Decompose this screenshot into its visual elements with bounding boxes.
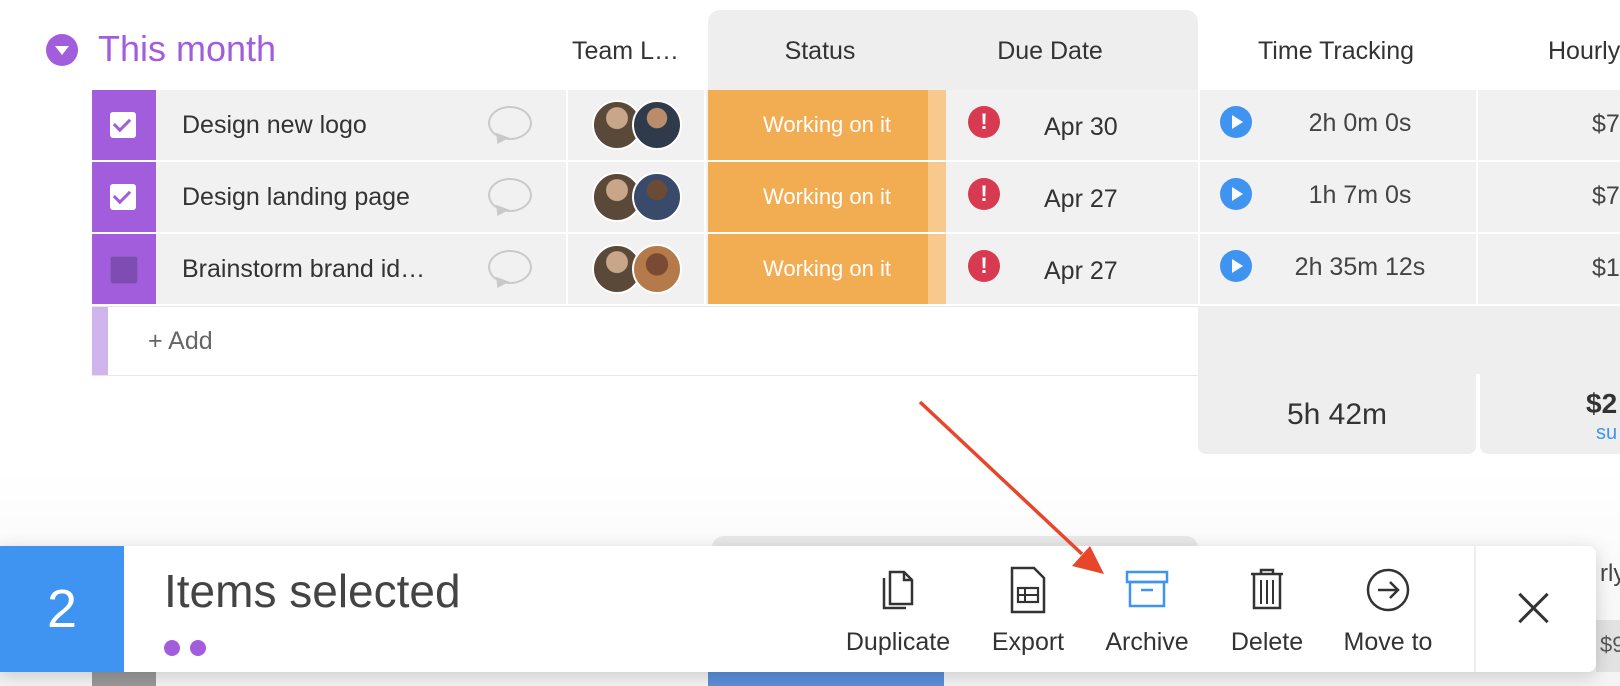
column-divider	[704, 90, 706, 160]
time-tracked: 2h 0m 0s	[1308, 109, 1412, 137]
comment-bubble-icon[interactable]	[488, 250, 532, 284]
hourly-summary: $2 su	[1480, 374, 1620, 454]
group-color-bar	[92, 307, 108, 375]
avatar[interactable]	[632, 172, 682, 222]
bulk-action-bar: 2 Items selected Duplicate Export Archiv…	[0, 546, 1596, 672]
column-header-team-lead[interactable]: Team L…	[572, 36, 679, 66]
column-divider	[1198, 90, 1200, 160]
status-edge	[928, 162, 946, 232]
archive-button[interactable]: Archive	[1102, 564, 1192, 657]
add-item-row[interactable]: + Add	[92, 306, 1198, 376]
duplicate-icon	[882, 570, 914, 610]
archive-label: Archive	[1105, 628, 1189, 656]
export-label: Export	[991, 628, 1065, 656]
duplicate-button[interactable]: Duplicate	[840, 564, 956, 657]
avatar[interactable]	[632, 100, 682, 150]
table-row[interactable]: Design landing page Working on it ! Apr …	[92, 162, 1620, 232]
table-row[interactable]: Design new logo Working on it ! Apr 30 2…	[92, 90, 1620, 160]
move-to-label: Move to	[1343, 628, 1433, 656]
column-divider	[1198, 234, 1200, 304]
duplicate-label: Duplicate	[845, 628, 951, 656]
column-header-time-tracking[interactable]: Time Tracking	[1236, 36, 1436, 66]
column-header-status[interactable]: Status	[770, 36, 870, 66]
row-select-cell[interactable]	[92, 90, 156, 160]
column-divider	[566, 234, 568, 304]
time-total: 5h 42m	[1286, 398, 1388, 431]
row-checkbox[interactable]	[110, 256, 138, 284]
column-divider	[1476, 162, 1478, 232]
time-tracked: 1h 7m 0s	[1308, 181, 1412, 209]
overdue-alert-icon: !	[968, 178, 1000, 210]
column-header-due-date[interactable]: Due Date	[980, 36, 1120, 66]
hourly-cell-peek: $9	[1596, 620, 1620, 672]
column-header-hourly[interactable]: Hourly	[1548, 36, 1620, 66]
time-tracking-summary: 5h 42m	[1198, 374, 1476, 454]
play-timer-icon[interactable]	[1220, 250, 1252, 282]
selected-count: 2	[0, 546, 124, 672]
due-date[interactable]: Apr 27	[1044, 256, 1118, 286]
row-checkbox[interactable]	[110, 184, 136, 210]
row-select-cell[interactable]	[92, 162, 156, 232]
money-total: $2	[1586, 388, 1618, 419]
hourly-rate: $7	[1592, 110, 1620, 138]
sum-label[interactable]: su	[1596, 422, 1617, 445]
column-divider	[566, 90, 568, 160]
hourly-value-peek: $9	[1600, 632, 1620, 657]
table-row[interactable]: Brainstorm brand id… Working on it ! Apr…	[92, 234, 1620, 304]
column-divider	[1198, 162, 1200, 232]
play-timer-icon[interactable]	[1220, 106, 1252, 138]
selection-dot	[190, 640, 206, 656]
status-pill[interactable]: Working on it	[708, 162, 946, 232]
status-edge	[928, 90, 946, 160]
status-pill[interactable]: Working on it	[708, 234, 946, 304]
column-divider	[704, 234, 706, 304]
add-item-label[interactable]: + Add	[148, 327, 213, 356]
avatar[interactable]	[632, 244, 682, 294]
comment-bubble-icon[interactable]	[488, 106, 532, 140]
items-selected-label: Items selected	[164, 565, 461, 617]
arrow-right-circle-icon	[1366, 568, 1410, 612]
export-button[interactable]: Export	[980, 564, 1076, 657]
status-edge	[928, 234, 946, 304]
export-icon	[1010, 566, 1046, 614]
hourly-header-peek: rly	[1600, 560, 1620, 587]
archive-icon	[1125, 570, 1169, 608]
item-name[interactable]: Brainstorm brand id…	[182, 254, 425, 284]
column-divider	[566, 162, 568, 232]
column-divider	[704, 162, 706, 232]
hourly-rate: $1	[1592, 254, 1620, 282]
close-icon[interactable]	[1514, 588, 1554, 628]
group-title[interactable]: This month	[98, 26, 276, 72]
close-separator	[1474, 546, 1476, 672]
overdue-alert-icon: !	[968, 106, 1000, 138]
play-timer-icon[interactable]	[1220, 178, 1252, 210]
due-date[interactable]: Apr 27	[1044, 184, 1118, 214]
status-pill[interactable]: Working on it	[708, 90, 946, 160]
due-date[interactable]: Apr 30	[1044, 112, 1118, 142]
group-collapse-toggle[interactable]	[46, 34, 78, 66]
summary-column-bg	[1198, 306, 1620, 374]
delete-button[interactable]: Delete	[1222, 564, 1312, 657]
next-group-status-pill	[708, 670, 944, 686]
hourly-rate: $7	[1592, 182, 1620, 210]
overdue-alert-icon: !	[968, 250, 1000, 282]
move-to-button[interactable]: Move to	[1334, 564, 1442, 657]
row-select-cell[interactable]	[92, 234, 156, 304]
column-divider	[1476, 90, 1478, 160]
comment-bubble-icon[interactable]	[488, 178, 532, 212]
item-name[interactable]: Design landing page	[182, 182, 410, 212]
column-divider	[1476, 234, 1478, 304]
selection-dot	[164, 640, 180, 656]
trash-icon	[1251, 568, 1283, 610]
delete-label: Delete	[1230, 628, 1304, 656]
time-tracked: 2h 35m 12s	[1294, 253, 1426, 281]
item-name[interactable]: Design new logo	[182, 110, 367, 140]
row-checkbox[interactable]	[110, 112, 136, 138]
